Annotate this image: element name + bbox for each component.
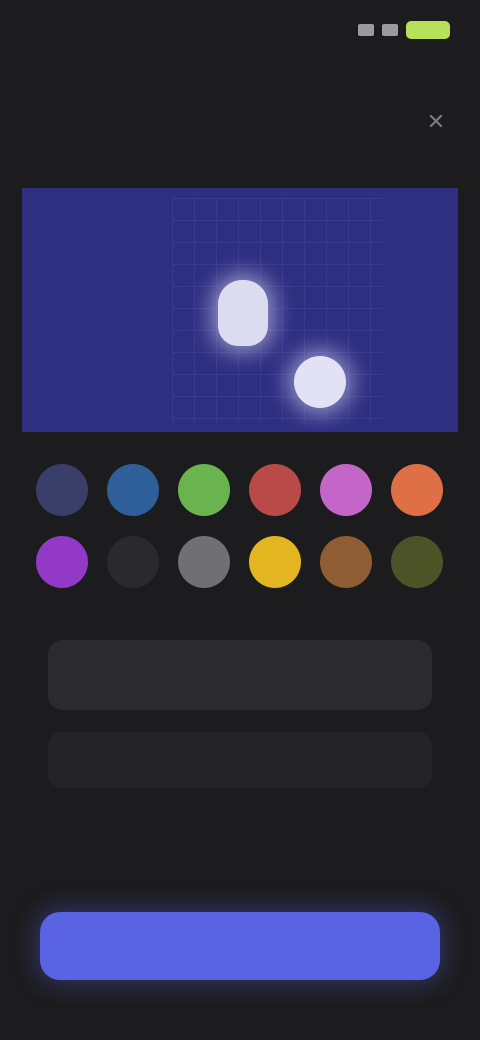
screen: ✕ (0, 0, 480, 1040)
preview-grid (172, 198, 382, 422)
color-swatch-brown[interactable] (320, 536, 372, 588)
close-button[interactable]: ✕ (420, 106, 452, 138)
header: ✕ (0, 92, 480, 152)
preview-figure-lower (294, 356, 346, 408)
secondary-button[interactable] (48, 732, 432, 788)
preview-canvas (22, 188, 458, 432)
info-card (48, 640, 432, 710)
page-subtitle (0, 150, 480, 174)
color-swatch-slate[interactable] (36, 464, 88, 516)
color-swatch-purple[interactable] (36, 536, 88, 588)
color-swatch-yellow[interactable] (249, 536, 301, 588)
color-swatch-grid (36, 464, 444, 588)
color-swatch-green[interactable] (178, 464, 230, 516)
color-swatch-pink[interactable] (320, 464, 372, 516)
color-swatch-blue[interactable] (107, 464, 159, 516)
close-icon: ✕ (426, 109, 446, 134)
status-icons (358, 21, 450, 39)
preview-figure-upper (218, 280, 268, 346)
wifi-icon (382, 24, 398, 36)
color-swatch-olive[interactable] (391, 536, 443, 588)
signal-icon (358, 24, 374, 36)
color-swatch-red[interactable] (249, 464, 301, 516)
battery-icon (406, 21, 450, 39)
color-swatch-charcoal[interactable] (107, 536, 159, 588)
primary-button[interactable] (40, 912, 440, 980)
status-bar (0, 0, 480, 60)
color-swatch-orange[interactable] (391, 464, 443, 516)
color-swatch-gray[interactable] (178, 536, 230, 588)
